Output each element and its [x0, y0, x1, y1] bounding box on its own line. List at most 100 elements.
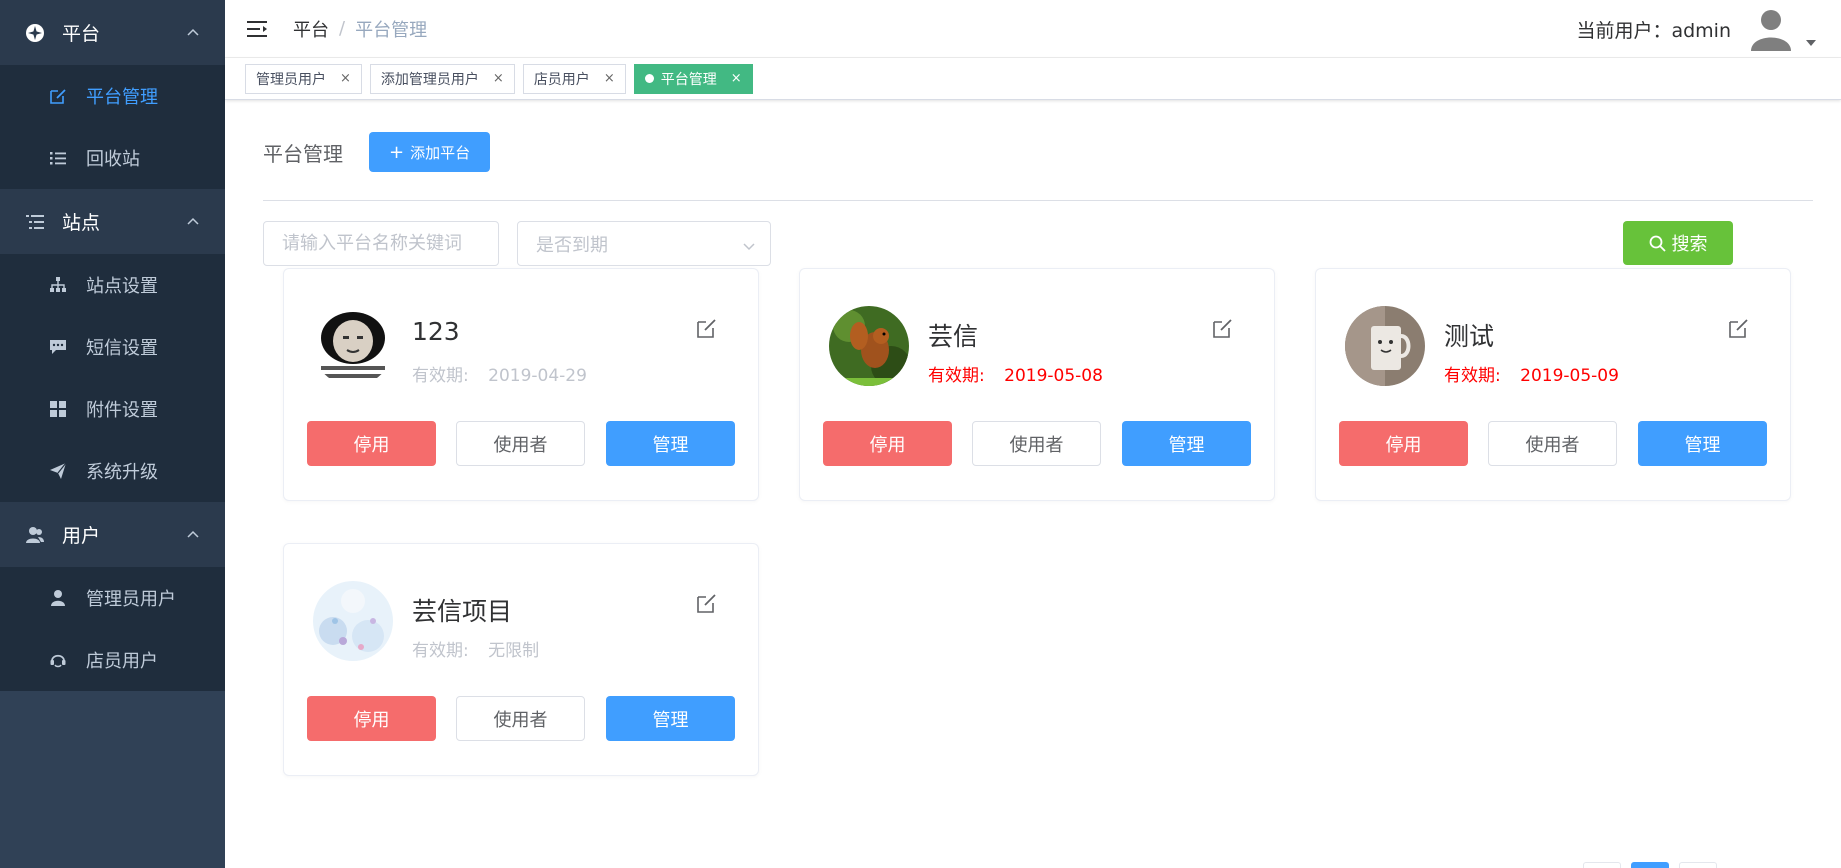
search-button[interactable]: 搜索	[1623, 221, 1733, 265]
sidebar-item-recycle-bin[interactable]: 回收站	[0, 127, 225, 189]
chevron-up-icon	[185, 24, 201, 40]
manage-button[interactable]: 管理	[606, 696, 735, 741]
validity-label: 有效期:	[412, 366, 469, 386]
close-icon[interactable]: ×	[340, 71, 351, 86]
validity-label: 有效期:	[412, 641, 469, 661]
plus-icon: +	[389, 141, 405, 163]
users-button[interactable]: 使用者	[1488, 421, 1617, 466]
submenu-site: 站点设置 短信设置 附件设置 系统升级	[0, 254, 225, 502]
platform-thumbnail	[829, 306, 909, 386]
sidebar-item-label: 回收站	[86, 149, 140, 170]
edit-icon[interactable]	[696, 592, 718, 614]
disable-button[interactable]: 停用	[823, 421, 952, 466]
add-platform-label: 添加平台	[410, 143, 471, 162]
tag-label: 添加管理员用户	[380, 71, 479, 88]
grid-icon	[48, 399, 68, 419]
manage-button[interactable]: 管理	[1638, 421, 1767, 466]
tags-view: 管理员用户 × 添加管理员用户 × 店员用户 × 平台管理 ×	[225, 58, 1841, 100]
sidebar-item-attachment-settings[interactable]: 附件设置	[0, 378, 225, 440]
tag-label: 店员用户	[533, 71, 590, 88]
search-input[interactable]	[263, 221, 499, 266]
tag-label: 管理员用户	[256, 71, 326, 88]
close-icon[interactable]: ×	[604, 71, 615, 86]
platform-validity: 有效期: 2019-04-29	[412, 361, 587, 386]
page-title: 平台管理	[263, 141, 343, 166]
users-button[interactable]: 使用者	[456, 696, 585, 741]
close-icon[interactable]: ×	[493, 71, 504, 86]
manage-button[interactable]: 管理	[1122, 421, 1251, 466]
message-icon	[48, 337, 68, 357]
platform-thumbnail	[1345, 306, 1425, 386]
hamburger-icon[interactable]	[247, 19, 269, 39]
sidebar-item-label: 短信设置	[86, 338, 158, 359]
menu-group-label: 站点	[62, 212, 101, 234]
sidebar-item-site-settings[interactable]: 站点设置	[0, 254, 225, 316]
pagination-prev-button[interactable]	[1583, 862, 1621, 868]
sidebar-item-label: 店员用户	[86, 651, 158, 672]
sidebar-item-platform-manage[interactable]: 平台管理	[0, 65, 225, 127]
platform-validity: 有效期: 2019-05-08	[928, 361, 1103, 386]
sidebar-item-clerk-users[interactable]: 店员用户	[0, 629, 225, 691]
avatar[interactable]	[1749, 7, 1793, 51]
breadcrumb-current: 平台管理	[355, 19, 428, 41]
users-button[interactable]: 使用者	[456, 421, 585, 466]
menu-group-users[interactable]: 用户	[0, 502, 225, 567]
caret-down-icon[interactable]	[1805, 34, 1817, 46]
user-area[interactable]: 当前用户：admin	[1576, 0, 1817, 58]
breadcrumb-home[interactable]: 平台	[293, 16, 329, 42]
menu-group-platform[interactable]: 平台	[0, 0, 225, 65]
platform-name: 123	[412, 317, 460, 346]
disable-button[interactable]: 停用	[307, 696, 436, 741]
validity-value: 2019-05-09	[1520, 366, 1619, 386]
breadcrumb: 平台 / 平台管理	[293, 16, 427, 42]
edit-icon[interactable]	[1728, 317, 1750, 339]
sidebar-item-label: 站点设置	[86, 276, 158, 297]
expiry-select-placeholder: 是否到期	[536, 234, 608, 256]
add-platform-button[interactable]: + 添加平台	[369, 132, 491, 172]
breadcrumb-separator: /	[339, 18, 346, 39]
pagination-next-button[interactable]	[1679, 862, 1717, 868]
menu-group-site[interactable]: 站点	[0, 189, 225, 254]
chevron-up-icon	[185, 213, 201, 229]
edit-icon[interactable]	[696, 317, 718, 339]
disable-button[interactable]: 停用	[1339, 421, 1468, 466]
sidebar-item-admin-users[interactable]: 管理员用户	[0, 567, 225, 629]
sidebar-item-sms-settings[interactable]: 短信设置	[0, 316, 225, 378]
top-header: 平台 / 平台管理 当前用户：admin	[225, 0, 1841, 58]
pagination-page-button[interactable]	[1631, 862, 1669, 868]
compass-icon	[24, 22, 46, 44]
close-icon[interactable]: ×	[731, 71, 742, 86]
active-dot-icon	[644, 74, 654, 83]
submenu-users: 管理员用户 店员用户	[0, 567, 225, 691]
current-user-label: 当前用户：admin	[1576, 19, 1731, 42]
edit-icon[interactable]	[1212, 317, 1234, 339]
tag-clerk-users[interactable]: 店员用户 ×	[522, 63, 626, 94]
platform-validity: 有效期: 2019-05-09	[1444, 361, 1619, 386]
chevron-up-icon	[185, 526, 201, 542]
user-icon	[48, 588, 68, 608]
sidebar-item-label: 附件设置	[86, 400, 158, 421]
chevron-down-icon	[742, 237, 756, 251]
menu-group-label: 平台	[62, 23, 101, 45]
users-button[interactable]: 使用者	[972, 421, 1101, 466]
sitemap-icon	[48, 275, 68, 295]
platform-card: 芸信项目 有效期: 无限制 停用 使用者 管理	[283, 543, 759, 776]
tag-add-admin-user[interactable]: 添加管理员用户 ×	[369, 63, 515, 94]
sidebar-item-system-upgrade[interactable]: 系统升级	[0, 440, 225, 502]
platform-thumbnail	[313, 581, 393, 661]
tag-admin-users[interactable]: 管理员用户 ×	[245, 63, 362, 94]
validity-label: 有效期:	[928, 366, 985, 386]
platform-validity: 有效期: 无限制	[412, 636, 539, 661]
validity-value: 2019-04-29	[488, 366, 587, 386]
expiry-select[interactable]: 是否到期	[517, 221, 771, 266]
tag-platform-manage[interactable]: 平台管理 ×	[633, 63, 753, 94]
manage-button[interactable]: 管理	[606, 421, 735, 466]
sidebar: 平台 平台管理 回收站 站点 站点设置 短信设置 附件设置 系统升级 用户 管理…	[0, 0, 225, 868]
edit-icon	[48, 86, 68, 106]
platform-name: 芸信项目	[412, 597, 513, 626]
disable-button[interactable]: 停用	[307, 421, 436, 466]
sidebar-item-label: 管理员用户	[86, 589, 176, 610]
validity-value: 2019-05-08	[1004, 366, 1103, 386]
task-list-icon	[24, 211, 46, 233]
platform-name: 芸信	[928, 322, 979, 351]
